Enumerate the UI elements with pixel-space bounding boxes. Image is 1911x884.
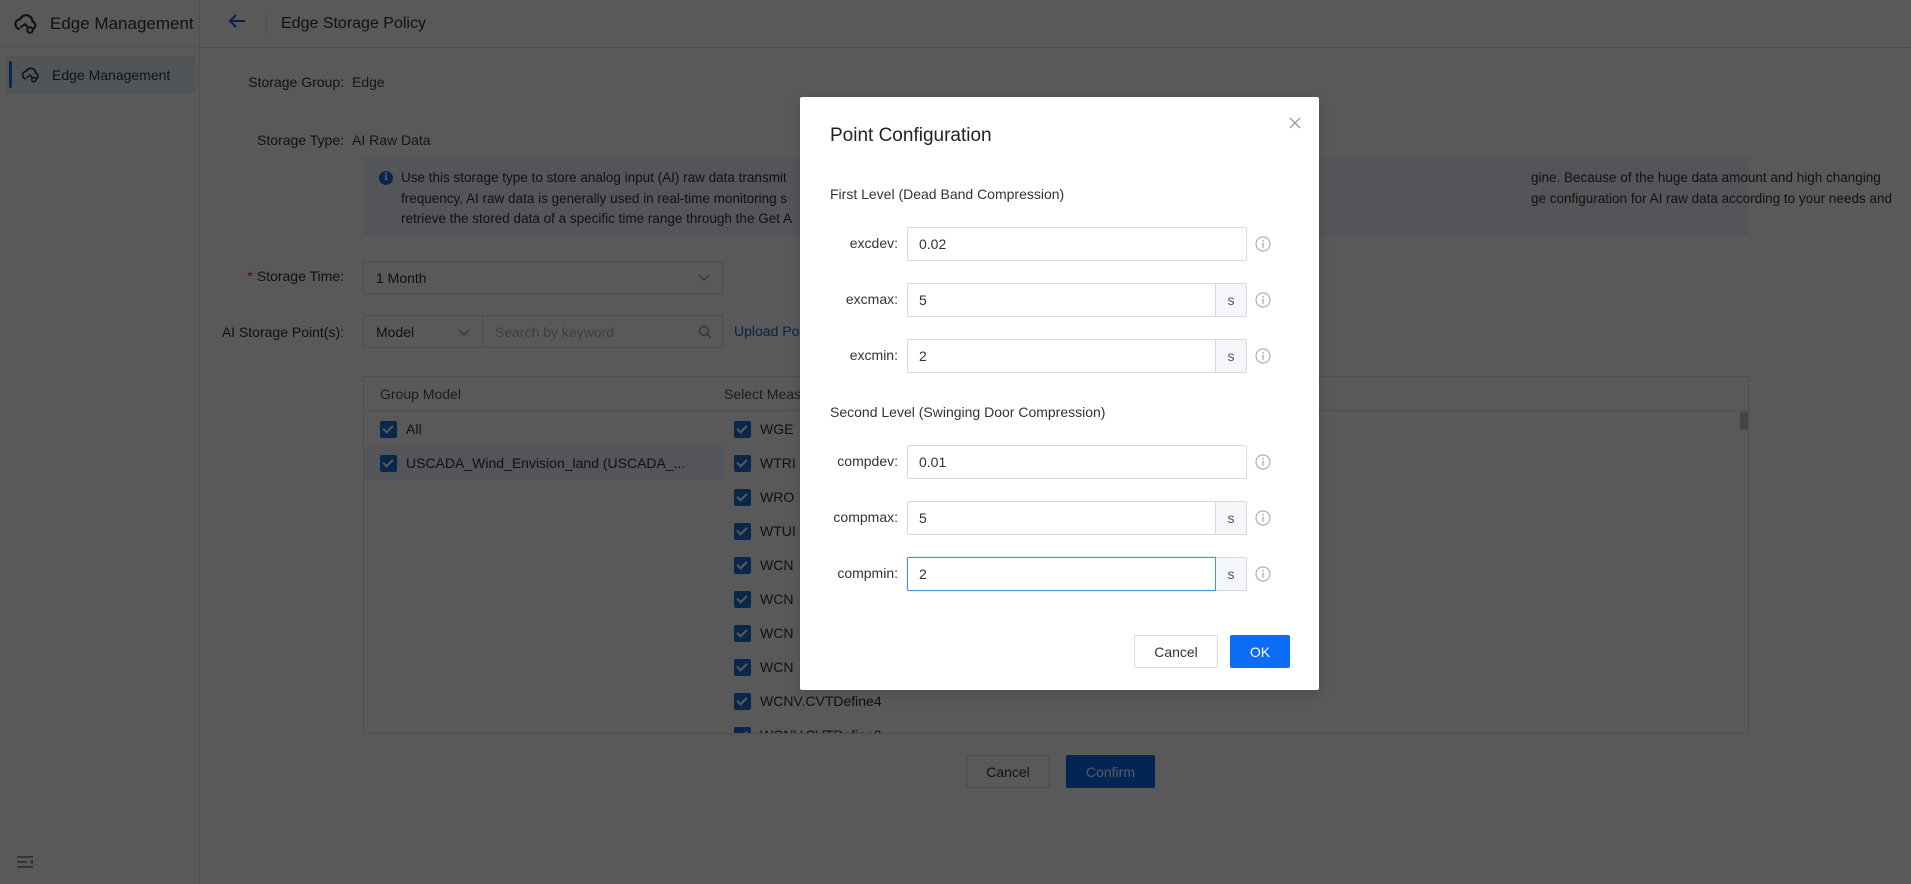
unit-addon: s xyxy=(1216,557,1247,591)
unit-addon: s xyxy=(1216,501,1247,535)
info-circle-icon[interactable] xyxy=(1255,348,1271,364)
excdev-field: excdev: xyxy=(800,227,1319,261)
excmax-label: excmax: xyxy=(845,291,898,307)
compdev-input[interactable] xyxy=(908,446,1246,478)
compmin-field: compmin: s xyxy=(800,557,1319,591)
compdev-field: compdev: xyxy=(800,445,1319,479)
info-circle-icon[interactable] xyxy=(1255,236,1271,252)
info-circle-icon[interactable] xyxy=(1255,292,1271,308)
excmin-input[interactable] xyxy=(908,340,1215,372)
excdev-label: excdev: xyxy=(849,235,898,251)
compmax-field: compmax: s xyxy=(800,501,1319,535)
compmin-label: compmin: xyxy=(837,565,898,581)
excmax-input[interactable] xyxy=(908,284,1215,316)
info-circle-icon[interactable] xyxy=(1255,566,1271,582)
excdev-input[interactable] xyxy=(908,228,1246,260)
dialog-title: Point Configuration xyxy=(830,125,992,146)
info-circle-icon[interactable] xyxy=(1255,510,1271,526)
dialog-ok-button[interactable]: OK xyxy=(1230,635,1290,668)
compdev-label: compdev: xyxy=(837,453,898,469)
excmin-label: excmin: xyxy=(849,347,898,363)
compmax-label: compmax: xyxy=(833,509,898,525)
dialog-cancel-button[interactable]: Cancel xyxy=(1134,635,1218,668)
second-level-title: Second Level (Swinging Door Compression) xyxy=(830,404,1106,420)
point-configuration-dialog: Point Configuration First Level (Dead Ba… xyxy=(800,97,1319,690)
unit-addon: s xyxy=(1216,339,1247,373)
compmax-input[interactable] xyxy=(908,502,1215,534)
excmin-field: excmin: s xyxy=(800,339,1319,373)
info-circle-icon[interactable] xyxy=(1255,454,1271,470)
first-level-title: First Level (Dead Band Compression) xyxy=(830,186,1065,202)
compmin-input[interactable] xyxy=(908,558,1215,590)
unit-addon: s xyxy=(1216,283,1247,317)
close-icon[interactable] xyxy=(1285,113,1305,133)
excmax-field: excmax: s xyxy=(800,283,1319,317)
